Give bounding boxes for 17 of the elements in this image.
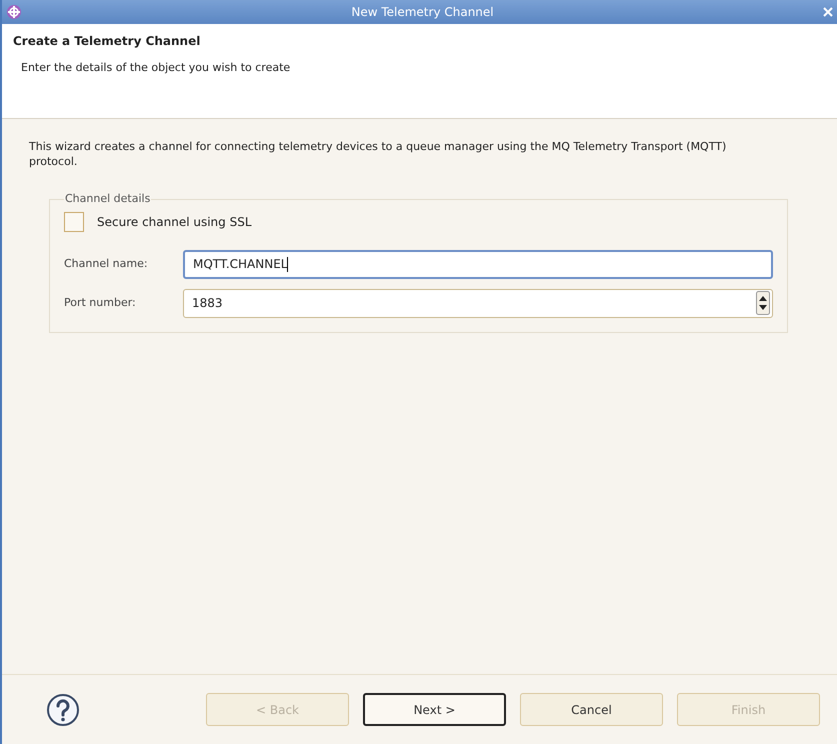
page-title: Create a Telemetry Channel xyxy=(13,33,202,50)
page-subtitle: Enter the details of the object you wish to create xyxy=(20,60,292,76)
channel-name-field[interactable]: MQTT.CHANNEL xyxy=(183,250,773,278)
field-label: Port number: xyxy=(64,294,137,311)
close-icon[interactable] xyxy=(823,7,833,17)
checkbox-label: Secure channel using SSL xyxy=(97,214,252,230)
field-label: Channel name: xyxy=(64,256,149,272)
group-title: Channel details xyxy=(64,191,152,207)
window-title: New Telemetry Channel xyxy=(350,4,495,21)
wizard-button[interactable]: Next > xyxy=(363,693,506,726)
app-logo-icon xyxy=(6,4,22,20)
port-spinner[interactable]: 1883 xyxy=(183,288,773,318)
ssl-checkbox[interactable] xyxy=(64,212,84,232)
help-icon[interactable] xyxy=(46,692,80,726)
description-text: This wizard creates a channel for connecting telemetry devices to a queue manager using the MQ Telemetry Transport (MQTT) protocol. xyxy=(29,139,728,169)
wizard-button[interactable]: Cancel xyxy=(520,693,663,726)
spinner-arrows-icon[interactable] xyxy=(756,291,770,315)
